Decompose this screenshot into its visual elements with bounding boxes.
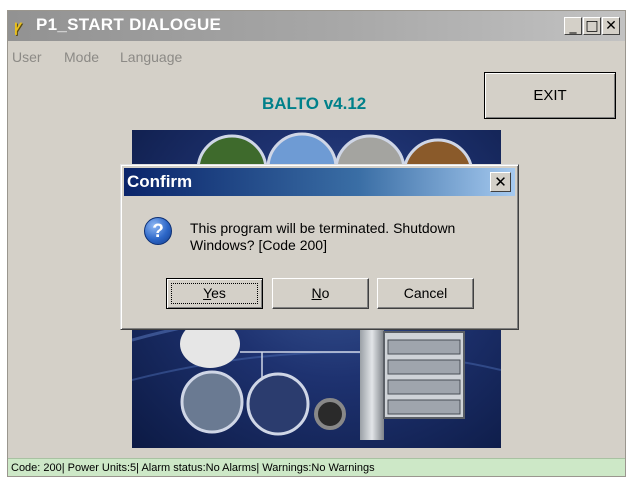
close-button[interactable]: ✕ bbox=[602, 17, 620, 35]
dialog-title: Confirm bbox=[127, 172, 193, 191]
status-bar: Code: 200| Power Units:5| Alarm status:N… bbox=[8, 458, 625, 476]
menu-language[interactable]: Language bbox=[120, 49, 182, 65]
dialog-titlebar[interactable]: Confirm ✕ bbox=[124, 168, 515, 196]
dialog-message: This program will be terminated. Shutdow… bbox=[190, 220, 456, 253]
no-button-label: No bbox=[311, 285, 330, 301]
no-button[interactable]: No bbox=[272, 278, 369, 309]
menu-mode[interactable]: Mode bbox=[64, 49, 99, 65]
exit-button[interactable]: EXIT bbox=[484, 72, 616, 119]
window-title: P1_START DIALOGUE bbox=[36, 15, 222, 34]
maximize-button[interactable]: □ bbox=[583, 17, 601, 35]
dialog-close-button[interactable]: ✕ bbox=[490, 172, 511, 192]
app-version-label: BALTO v4.12 bbox=[262, 94, 367, 113]
menu-user[interactable]: User bbox=[12, 49, 42, 65]
cancel-button-label: Cancel bbox=[403, 285, 448, 301]
confirm-dialog: Confirm ✕ ? This program will be termina… bbox=[120, 164, 519, 330]
question-icon: ? bbox=[144, 217, 172, 245]
window-titlebar[interactable]: ꝩ P1_START DIALOGUE _ □ ✕ bbox=[8, 11, 625, 41]
app-logo-icon: ꝩ bbox=[14, 17, 22, 35]
yes-button-label: Yes bbox=[203, 285, 226, 301]
yes-button[interactable]: Yes bbox=[166, 278, 263, 309]
minimize-button[interactable]: _ bbox=[564, 17, 582, 35]
cancel-button[interactable]: Cancel bbox=[377, 278, 474, 309]
